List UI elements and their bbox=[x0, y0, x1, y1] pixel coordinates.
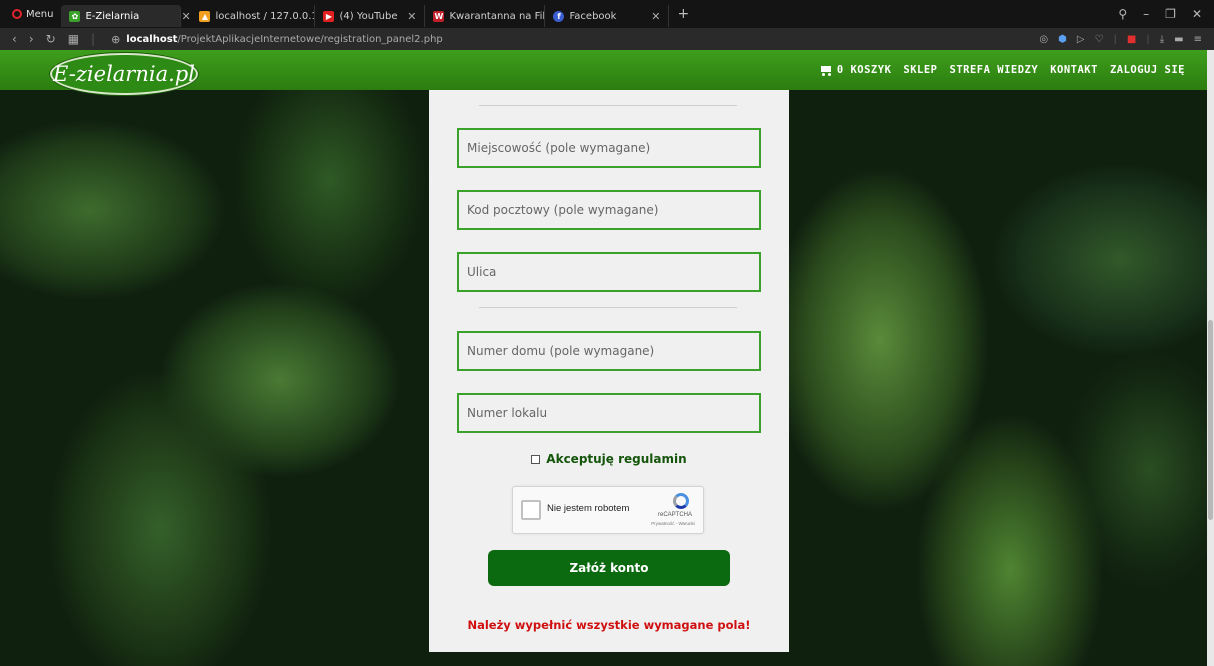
street-field[interactable] bbox=[457, 252, 761, 292]
address-bar-tools: ◎ ⬢ ▷ ♡ | ■ | ⤓ ▬ ≡ bbox=[1039, 34, 1214, 45]
postal-code-input[interactable] bbox=[467, 203, 751, 217]
site-logo[interactable]: E-zielarnia.pl bbox=[50, 53, 198, 95]
tab-title: localhost / 127.0.0.1 / ziela bbox=[215, 10, 316, 22]
phpmyadmin-favicon-icon: ▲ bbox=[199, 10, 211, 22]
recaptcha-checkbox[interactable] bbox=[521, 500, 541, 520]
postal-code-field[interactable] bbox=[457, 190, 761, 230]
separator: | bbox=[1146, 33, 1150, 45]
globe-icon: ⊕ bbox=[111, 32, 121, 46]
leaf-favicon-icon: ✿ bbox=[69, 10, 81, 22]
house-number-input[interactable] bbox=[467, 344, 751, 358]
nav-cart-label: 0 KOSZYK bbox=[836, 64, 892, 76]
youtube-favicon-icon: ▶ bbox=[323, 10, 335, 22]
site-header: E-zielarnia.pl 0 KOSZYK SKLEP STREFA WIE… bbox=[0, 50, 1207, 95]
divider bbox=[479, 307, 737, 308]
terms-checkbox[interactable] bbox=[531, 454, 541, 464]
flat-number-input[interactable] bbox=[467, 406, 751, 420]
page-viewport: E-zielarnia.pl 0 KOSZYK SKLEP STREFA WIE… bbox=[0, 50, 1207, 666]
browser-address-bar: ‹ › ↻ ▦ | ⊕ localhost/ProjektAplikacjeIn… bbox=[0, 28, 1214, 50]
page-scrollbar[interactable] bbox=[1207, 50, 1214, 666]
browser-menu-button[interactable]: Menu bbox=[0, 0, 61, 28]
terms-label[interactable]: Akceptuję regulamin bbox=[546, 452, 686, 466]
tab-close-icon[interactable]: ✕ bbox=[181, 10, 191, 23]
flat-number-field[interactable] bbox=[457, 393, 761, 433]
nav-login[interactable]: ZALOGUJ SIĘ bbox=[1110, 64, 1185, 76]
reload-icon[interactable]: ↻ bbox=[46, 32, 56, 46]
minimize-icon[interactable]: – bbox=[1143, 7, 1149, 21]
cart-icon bbox=[819, 65, 833, 76]
battery-icon[interactable]: ▬ bbox=[1174, 34, 1183, 45]
scrollbar-thumb[interactable] bbox=[1208, 320, 1213, 520]
news-favicon-icon: W bbox=[433, 10, 445, 22]
main-nav: 0 KOSZYK SKLEP STREFA WIEDZY KONTAKT ZAL… bbox=[819, 50, 1185, 90]
tab-phpmyadmin[interactable]: ▲ localhost / 127.0.0.1 / ziela ✕ bbox=[191, 5, 316, 27]
speed-dial-icon[interactable]: ▦ bbox=[68, 32, 79, 46]
city-input[interactable] bbox=[467, 141, 751, 155]
navigation-buttons: ‹ › ↻ ▦ | bbox=[0, 32, 105, 46]
logo-text: E-zielarnia.pl bbox=[53, 62, 195, 86]
tab-title: Facebook bbox=[569, 10, 617, 22]
separator: | bbox=[91, 32, 96, 46]
download-icon[interactable]: ⤓ bbox=[1160, 34, 1164, 45]
tab-close-icon[interactable]: ✕ bbox=[407, 10, 416, 23]
browser-tab-bar: Menu ✿ E-Zielarnia ✕ ▲ localhost / 127.0… bbox=[0, 0, 1214, 28]
browser-menu-label: Menu bbox=[26, 8, 54, 20]
play-icon[interactable]: ▷ bbox=[1077, 34, 1085, 45]
nav-contact[interactable]: KONTAKT bbox=[1050, 64, 1098, 76]
opera-logo-icon bbox=[12, 9, 22, 19]
tab-facebook[interactable]: f Facebook ✕ bbox=[545, 5, 670, 27]
vpn-shield-icon[interactable]: ⬢ bbox=[1058, 34, 1067, 45]
search-icon[interactable]: ⚲ bbox=[1118, 7, 1127, 21]
tab-e-zielarnia[interactable]: ✿ E-Zielarnia bbox=[61, 5, 182, 27]
window-controls: ⚲ – ❐ ✕ bbox=[1118, 7, 1214, 21]
camera-icon[interactable]: ◎ bbox=[1039, 34, 1048, 45]
house-number-field[interactable] bbox=[457, 331, 761, 371]
heart-icon[interactable]: ♡ bbox=[1095, 34, 1104, 45]
tab-title: Kwarantanna na Filipinach bbox=[449, 10, 546, 22]
city-field[interactable] bbox=[457, 128, 761, 168]
extension-icon[interactable]: ■ bbox=[1127, 34, 1136, 45]
recaptcha-logo-icon bbox=[673, 493, 689, 509]
street-input[interactable] bbox=[467, 265, 751, 279]
recaptcha-brand: reCAPTCHA bbox=[657, 512, 692, 518]
recaptcha-label: Nie jestem robotem bbox=[547, 503, 630, 514]
nav-cart[interactable]: 0 KOSZYK bbox=[819, 64, 892, 76]
recaptcha-widget: Nie jestem robotem reCAPTCHA Prywatność … bbox=[512, 486, 704, 534]
facebook-favicon-icon: f bbox=[553, 10, 565, 22]
tab-title: (4) YouTube bbox=[339, 10, 398, 22]
tab-title: E-Zielarnia bbox=[85, 10, 140, 22]
divider bbox=[479, 105, 737, 106]
nav-shop[interactable]: SKLEP bbox=[903, 64, 937, 76]
terms-row: Akceptuję regulamin bbox=[429, 452, 789, 466]
forward-icon[interactable]: › bbox=[29, 32, 34, 46]
create-account-button[interactable]: Załóż konto bbox=[488, 550, 730, 586]
close-window-icon[interactable]: ✕ bbox=[1192, 7, 1202, 21]
tab-youtube[interactable]: ▶ (4) YouTube ✕ bbox=[315, 5, 426, 27]
separator: | bbox=[1113, 33, 1117, 45]
error-message: Należy wypełnić wszystkie wymagane pola! bbox=[467, 618, 751, 632]
recaptcha-links[interactable]: Prywatność - Warunki bbox=[647, 521, 699, 526]
tab-kwarantanna[interactable]: W Kwarantanna na Filipinach ✕ bbox=[425, 5, 546, 27]
registration-panel: Akceptuję regulamin Nie jestem robotem r… bbox=[429, 90, 789, 652]
tab-close-icon[interactable]: ✕ bbox=[651, 10, 660, 23]
menu-icon[interactable]: ≡ bbox=[1194, 34, 1202, 45]
restore-icon[interactable]: ❐ bbox=[1165, 7, 1176, 21]
back-icon[interactable]: ‹ bbox=[12, 32, 17, 46]
nav-knowledge[interactable]: STREFA WIEDZY bbox=[950, 64, 1039, 76]
url-field[interactable]: localhost/ProjektAplikacjeInternetowe/re… bbox=[126, 34, 442, 45]
new-tab-button[interactable]: + bbox=[669, 6, 697, 22]
